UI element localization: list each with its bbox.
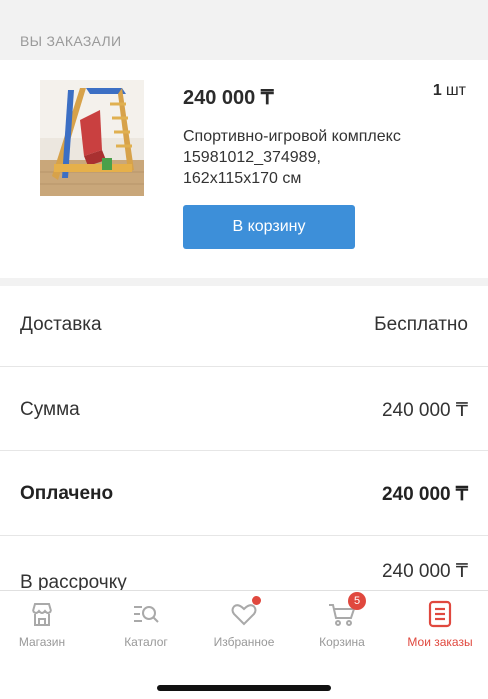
product-name-line: Спортивно-игровой комплекс <box>183 128 401 145</box>
tab-label: Избранное <box>213 635 275 649</box>
order-summary: Доставка Бесплатно Сумма 240 000 ₸ Оплач… <box>0 286 488 596</box>
tab-favorites[interactable]: Избранное <box>196 596 292 649</box>
store-icon <box>27 599 57 629</box>
summary-value: 240 000 ₸ <box>381 484 468 505</box>
summary-value: Бесплатно <box>374 314 468 335</box>
bottom-tab-bar: Магазин Каталог Избранное 5 Корзина Мои … <box>0 590 488 699</box>
notification-dot <box>252 596 261 605</box>
summary-label: Оплачено <box>20 483 114 504</box>
summary-value: 240 000 ₸ <box>381 400 468 421</box>
cart-icon: 5 <box>327 592 366 629</box>
tab-catalog[interactable]: Каталог <box>98 599 194 649</box>
heart-icon <box>229 596 261 629</box>
section-header: ВЫ ЗАКАЗАЛИ <box>0 0 488 60</box>
home-indicator[interactable] <box>157 685 331 691</box>
tab-store[interactable]: Магазин <box>0 599 90 649</box>
orders-icon <box>425 599 455 629</box>
add-to-cart-button[interactable]: В корзину <box>183 205 355 249</box>
summary-label: Сумма <box>20 399 80 420</box>
section-title: ВЫ ЗАКАЗАЛИ <box>20 33 122 49</box>
tab-label: Магазин <box>18 635 66 649</box>
summary-row-installment: В рассрочку 240 000 ₸ <box>0 536 488 596</box>
summary-row-paid: Оплачено 240 000 ₸ <box>0 451 488 535</box>
order-item-card: 240 000 ₸ 1 шт Спортивно-игровой комплекс… <box>0 60 488 278</box>
product-name[interactable]: Спортивно-игровой комплекс 15981012_3749… <box>183 126 468 189</box>
cart-count-badge: 5 <box>348 592 366 610</box>
tab-cart[interactable]: 5 Корзина <box>294 592 390 649</box>
tab-label: Каталог <box>124 635 168 649</box>
product-price: 240 000 ₸ <box>183 87 274 109</box>
summary-value: 240 000 ₸ <box>381 561 468 582</box>
product-name-line: 15981012_374989, <box>183 149 321 166</box>
summary-row-delivery: Доставка Бесплатно <box>0 286 488 370</box>
tab-my-orders[interactable]: Мои заказы <box>392 599 488 649</box>
quantity-value: 1 <box>432 82 442 99</box>
tab-label: Корзина <box>319 635 365 649</box>
product-name-line: 162x115x170 см <box>183 170 302 187</box>
tab-label: Мои заказы <box>407 635 473 649</box>
summary-label: Доставка <box>20 314 102 335</box>
product-image[interactable] <box>40 80 144 196</box>
summary-row-sum: Сумма 240 000 ₸ <box>0 367 488 451</box>
quantity-unit: шт <box>445 82 466 99</box>
catalog-search-icon <box>131 599 161 629</box>
product-quantity: 1 шт <box>433 82 466 100</box>
